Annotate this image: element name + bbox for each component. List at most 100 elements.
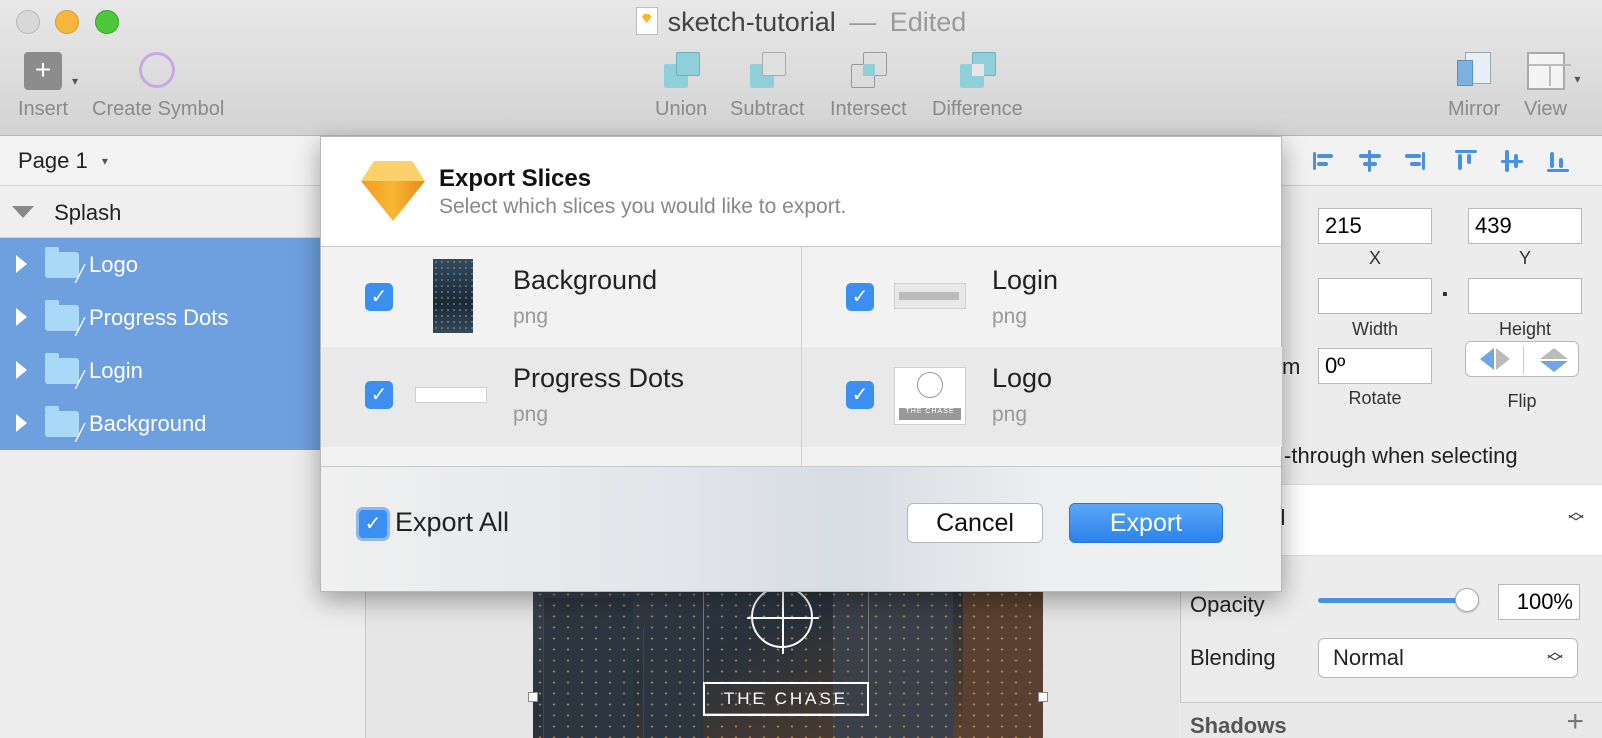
layer-row-background[interactable]: Background <box>0 397 365 450</box>
crosshair-logo-icon <box>747 582 819 654</box>
slice-item-login[interactable]: ✓ Login png <box>802 247 1282 347</box>
width-field[interactable] <box>1318 278 1432 314</box>
slice-checkbox[interactable]: ✓ <box>365 283 393 311</box>
layer-label: Progress Dots <box>89 305 229 330</box>
slice-item-progress-dots[interactable]: ✓ Progress Dots png <box>321 347 801 447</box>
shadows-section-header: Shadows + <box>1180 702 1602 738</box>
opacity-slider-knob[interactable] <box>1455 588 1479 612</box>
slice-name: Logo <box>992 363 1053 393</box>
insert-button[interactable]: + ▾ Insert <box>18 52 78 121</box>
rotate-field[interactable] <box>1318 348 1432 384</box>
height-field[interactable] <box>1468 278 1582 314</box>
view-icon: ▾ <box>1526 52 1581 90</box>
layer-label: Background <box>89 411 207 436</box>
slice-checkbox[interactable]: ✓ <box>846 283 874 311</box>
view-button[interactable]: ▾ View <box>1524 52 1581 121</box>
layer-label: Logo <box>89 252 138 277</box>
slices-list: ✓ Background png ✓ Login png ✓ Progress … <box>321 247 1282 467</box>
align-horizontal-center-icon[interactable] <box>1357 148 1383 174</box>
artboard-row-splash[interactable]: Splash <box>0 186 365 238</box>
insert-dropdown-icon: ▾ <box>71 74 79 88</box>
edited-status: Edited <box>889 7 967 37</box>
disclosure-expanded-icon[interactable] <box>12 206 34 218</box>
create-symbol-icon <box>139 52 176 88</box>
slice-item-background[interactable]: ✓ Background png <box>321 247 801 347</box>
subtract-label: Subtract <box>730 98 805 120</box>
insert-icon: + ▾ <box>24 52 78 90</box>
updown-arrows-icon: ︿ ﹀ <box>1546 644 1563 672</box>
dialog-footer: ✓ Export All Cancel Export <box>321 467 1281 591</box>
disclosure-collapsed-icon[interactable] <box>16 414 27 432</box>
layer-row-logo[interactable]: Logo <box>0 238 365 291</box>
add-shadow-icon[interactable]: + <box>1566 705 1584 738</box>
export-all-checkbox[interactable]: ✓ <box>356 507 390 541</box>
slice-group-icon <box>45 300 85 337</box>
slice-format: png <box>992 305 1028 328</box>
slice-name: Progress Dots <box>513 363 685 393</box>
disclosure-collapsed-icon[interactable] <box>16 308 27 326</box>
layer-row-progress-dots[interactable]: Progress Dots <box>0 291 365 344</box>
slice-item-logo[interactable]: ✓ THE CHASE Logo png <box>802 347 1282 447</box>
create-symbol-label: Create Symbol <box>92 98 225 120</box>
layer-label: Login <box>89 358 143 383</box>
align-right-icon[interactable] <box>1401 148 1427 174</box>
y-position-field[interactable] <box>1468 208 1582 244</box>
create-symbol-button[interactable]: Create Symbol <box>92 52 224 121</box>
slice-thumbnail <box>415 387 487 403</box>
align-top-icon[interactable] <box>1453 148 1479 174</box>
x-position-field[interactable] <box>1318 208 1432 244</box>
lock-proportions-icon[interactable]: ▪ <box>1442 286 1448 304</box>
sketch-diamond-icon <box>361 161 425 221</box>
subtract-button[interactable]: Subtract <box>730 52 804 121</box>
slice-name: Login <box>992 265 1059 295</box>
slice-thumbnail: THE CHASE <box>894 367 966 425</box>
slice-checkbox[interactable]: ✓ <box>846 381 874 409</box>
document-name: sketch-tutorial <box>667 7 836 37</box>
page-selector[interactable]: Page 1 ▾ <box>0 136 365 186</box>
export-button[interactable]: Export <box>1069 503 1223 543</box>
opacity-label: Opacity <box>1190 592 1265 617</box>
intersect-icon <box>849 52 888 90</box>
intersect-button[interactable]: Intersect <box>830 52 907 121</box>
union-label: Union <box>655 98 708 120</box>
blending-select[interactable]: Normal ︿ ﹀ <box>1318 638 1578 678</box>
artboard-label: Splash <box>54 200 122 225</box>
mirror-icon <box>1455 52 1493 90</box>
intersect-label: Intersect <box>830 98 907 120</box>
disclosure-collapsed-icon[interactable] <box>16 361 27 379</box>
blending-label: Blending <box>1190 645 1276 670</box>
layer-row-login[interactable]: Login <box>0 344 365 397</box>
slice-name: Background <box>513 265 658 295</box>
transform-label: m <box>1282 354 1301 379</box>
opacity-slider-track[interactable] <box>1318 598 1468 603</box>
align-vertical-center-icon[interactable] <box>1499 148 1525 174</box>
shadows-label: Shadows <box>1190 713 1287 738</box>
splash-artboard[interactable]: THE CHASE <box>533 578 1043 738</box>
align-left-icon[interactable] <box>1311 148 1337 174</box>
difference-label: Difference <box>932 98 1023 120</box>
layers-panel: Page 1 ▾ Splash Logo Progress Dots Login… <box>0 136 366 738</box>
opacity-field[interactable] <box>1498 584 1580 620</box>
flip-vertical-icon[interactable] <box>1540 348 1568 372</box>
dialog-header: Export Slices Select which slices you wo… <box>321 137 1281 247</box>
slice-format: png <box>513 403 549 426</box>
align-bottom-icon[interactable] <box>1545 148 1571 174</box>
cancel-button[interactable]: Cancel <box>907 503 1043 543</box>
resize-handle[interactable] <box>528 692 538 702</box>
slice-checkbox[interactable]: ✓ <box>365 381 393 409</box>
blending-value: Normal <box>1333 645 1404 670</box>
view-dropdown-icon: ▾ <box>1574 72 1581 86</box>
flip-horizontal-icon[interactable] <box>1480 348 1510 370</box>
union-button[interactable]: Union <box>655 52 707 121</box>
page-dropdown-icon: ▾ <box>101 154 108 168</box>
disclosure-collapsed-icon[interactable] <box>16 255 27 273</box>
export-all-label[interactable]: Export All <box>395 507 509 538</box>
insert-label: Insert <box>18 98 69 120</box>
slice-format: png <box>992 403 1028 426</box>
y-label: Y <box>1518 248 1531 268</box>
click-through-option[interactable]: -through when selecting <box>1284 443 1518 469</box>
mirror-button[interactable]: Mirror <box>1448 52 1500 121</box>
difference-button[interactable]: Difference <box>932 52 1023 121</box>
resize-handle[interactable] <box>1038 692 1048 702</box>
symbol-selector[interactable]: bol ︿﹀ <box>1252 484 1602 556</box>
